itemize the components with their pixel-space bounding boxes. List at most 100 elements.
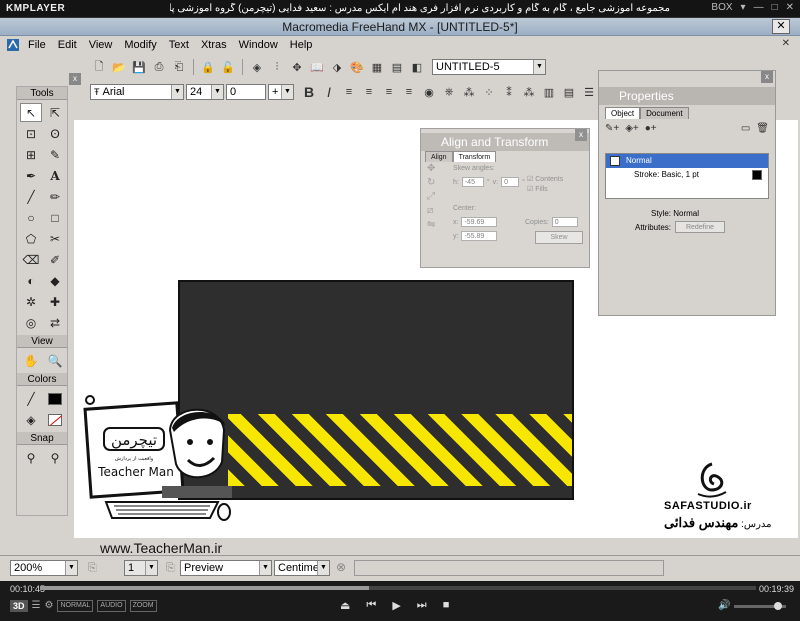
- scale-icon[interactable]: ⤢: [427, 191, 435, 202]
- convert-to-paths-icon[interactable]: ⎈: [440, 83, 458, 101]
- badge-normal[interactable]: NORMAL: [57, 600, 94, 612]
- add-stroke-icon[interactable]: ✎+: [605, 123, 619, 134]
- menu-view[interactable]: View: [83, 37, 119, 53]
- tools-close-icon[interactable]: x: [69, 73, 81, 85]
- redefine-button[interactable]: Redefine: [675, 221, 725, 233]
- export-icon[interactable]: ⎗: [170, 58, 188, 76]
- brush-tool-icon[interactable]: ✐: [44, 250, 66, 269]
- document-close-icon[interactable]: ✕: [782, 38, 790, 49]
- unlock-icon[interactable]: 🔓: [219, 58, 237, 76]
- units-select[interactable]: Centimeters ▼: [274, 560, 330, 576]
- volume-slider[interactable]: [734, 602, 786, 610]
- menu-help[interactable]: Help: [284, 37, 319, 53]
- document-select[interactable]: UNTITLED-5 ▼: [432, 59, 546, 75]
- stroke-color-icon[interactable]: ╱: [20, 389, 42, 408]
- page-next-icon[interactable]: ⎘: [166, 562, 175, 575]
- reflect-icon[interactable]: ⇋: [427, 219, 435, 230]
- polygon-tool-icon[interactable]: ⬠: [20, 229, 42, 248]
- page-select[interactable]: 1 ▼: [124, 560, 158, 576]
- fills-checkbox[interactable]: ☑ Fills: [527, 185, 563, 193]
- zoom-tool-icon[interactable]: 🔍: [44, 351, 66, 370]
- add-fill-icon[interactable]: ◈+: [625, 123, 639, 134]
- text-editor-icon[interactable]: ☰: [580, 83, 598, 101]
- box-label[interactable]: BOX: [711, 2, 732, 13]
- align-close-icon[interactable]: x: [575, 129, 587, 141]
- freeform-tool-icon[interactable]: ◐: [20, 271, 42, 290]
- lasso-tool-icon[interactable]: ʘ: [44, 124, 66, 143]
- view-mode-select[interactable]: Preview ▼: [180, 560, 272, 576]
- attach-icon[interactable]: ⁑: [500, 83, 518, 101]
- line-tool-icon[interactable]: ╱: [20, 187, 42, 206]
- stop-icon[interactable]: ■: [443, 599, 450, 612]
- list-item[interactable]: Stroke: Basic, 1 pt: [606, 168, 768, 182]
- font-select[interactable]: Ŧ Arial ▼: [90, 84, 184, 100]
- maximize-icon[interactable]: □: [772, 2, 778, 13]
- text-on-path-icon[interactable]: ◉: [420, 83, 438, 101]
- save-icon[interactable]: 💾: [130, 58, 148, 76]
- run-around-icon[interactable]: ▤: [560, 83, 578, 101]
- import-icon[interactable]: ⎙: [150, 58, 168, 76]
- swatches-icon[interactable]: ▦: [368, 58, 386, 76]
- copies-field[interactable]: 0: [551, 217, 578, 227]
- knife-tool-icon[interactable]: ✂: [44, 229, 66, 248]
- snap-to-grid-icon[interactable]: ⚲: [44, 448, 66, 467]
- move-icon[interactable]: ✥: [427, 163, 435, 174]
- minimize-icon[interactable]: —: [754, 2, 764, 13]
- v-field[interactable]: 0: [501, 177, 520, 187]
- tab-transform[interactable]: Transform: [452, 151, 497, 162]
- pin-icon[interactable]: ▾: [741, 2, 746, 13]
- hazard-stripes[interactable]: [228, 414, 572, 486]
- pen-tool-icon[interactable]: ✒: [20, 166, 42, 185]
- transform-icon[interactable]: ✥: [288, 58, 306, 76]
- skew-icon[interactable]: ⧄: [427, 205, 435, 216]
- tab-document[interactable]: Document: [640, 107, 689, 119]
- stroke-swatch[interactable]: [44, 389, 66, 408]
- eyedropper-tool-icon[interactable]: ✎: [44, 145, 66, 164]
- skew-button[interactable]: Skew: [535, 231, 583, 244]
- snap-to-point-icon[interactable]: ⚲: [20, 448, 42, 467]
- volume-knob[interactable]: [774, 602, 782, 610]
- zoom-select[interactable]: 200% ▼: [10, 560, 78, 576]
- cancel-render-icon[interactable]: ⊗: [336, 560, 346, 574]
- fill-color-icon[interactable]: ◈: [20, 410, 42, 429]
- perspective-tool-icon[interactable]: ◎: [20, 313, 42, 332]
- pencil-tool-icon[interactable]: ✏: [44, 187, 66, 206]
- italic-button[interactable]: I: [320, 83, 338, 101]
- page-prev-icon[interactable]: ⎘: [88, 562, 97, 575]
- trash-icon[interactable]: 🗑: [756, 123, 769, 134]
- fill-tool-icon[interactable]: ◆: [44, 271, 66, 290]
- fill-swatch[interactable]: [44, 410, 66, 429]
- previous-icon[interactable]: ⏮: [366, 599, 376, 612]
- settings-icon[interactable]: ⚙: [44, 600, 53, 612]
- bold-button[interactable]: B: [300, 83, 318, 101]
- tab-align[interactable]: Align: [425, 151, 453, 162]
- menu-window[interactable]: Window: [233, 37, 284, 53]
- menu-modify[interactable]: Modify: [118, 37, 162, 53]
- next-icon[interactable]: ⏭: [417, 599, 427, 612]
- eraser-tool-icon[interactable]: ⌫: [20, 250, 42, 269]
- navigation-icon[interactable]: ◧: [408, 58, 426, 76]
- align-right-icon[interactable]: ≡: [380, 83, 398, 101]
- styles-icon[interactable]: ⬗: [328, 58, 346, 76]
- page-tool-icon[interactable]: ⊡: [20, 124, 42, 143]
- flow-inside-icon[interactable]: ▥: [540, 83, 558, 101]
- text-tool-icon[interactable]: A: [44, 166, 66, 185]
- close-icon[interactable]: ✕: [786, 2, 794, 13]
- hand-tool-icon[interactable]: ✋: [20, 351, 42, 370]
- menu-edit[interactable]: Edit: [52, 37, 83, 53]
- pointer-tool-icon[interactable]: ↖: [20, 103, 42, 122]
- chart-tool-icon[interactable]: ✚: [44, 292, 66, 311]
- align-transform-title[interactable]: Align and Transform: [421, 133, 589, 151]
- connector-tool-icon[interactable]: ⇄: [44, 313, 66, 332]
- badge-audio[interactable]: AUDIO: [97, 600, 126, 612]
- align-center-icon[interactable]: ≡: [360, 83, 378, 101]
- leading-mode-select[interactable]: + ▼: [268, 84, 294, 100]
- window-close-icon[interactable]: ✕: [772, 19, 790, 34]
- leading-field[interactable]: 0: [226, 84, 266, 100]
- layers-icon[interactable]: ▤: [388, 58, 406, 76]
- lock-icon[interactable]: 🔒: [199, 58, 217, 76]
- properties-close-icon[interactable]: x: [761, 71, 773, 83]
- library-icon[interactable]: 📖: [308, 58, 326, 76]
- detach-icon[interactable]: ⁂: [520, 83, 538, 101]
- menu-file[interactable]: File: [22, 37, 52, 53]
